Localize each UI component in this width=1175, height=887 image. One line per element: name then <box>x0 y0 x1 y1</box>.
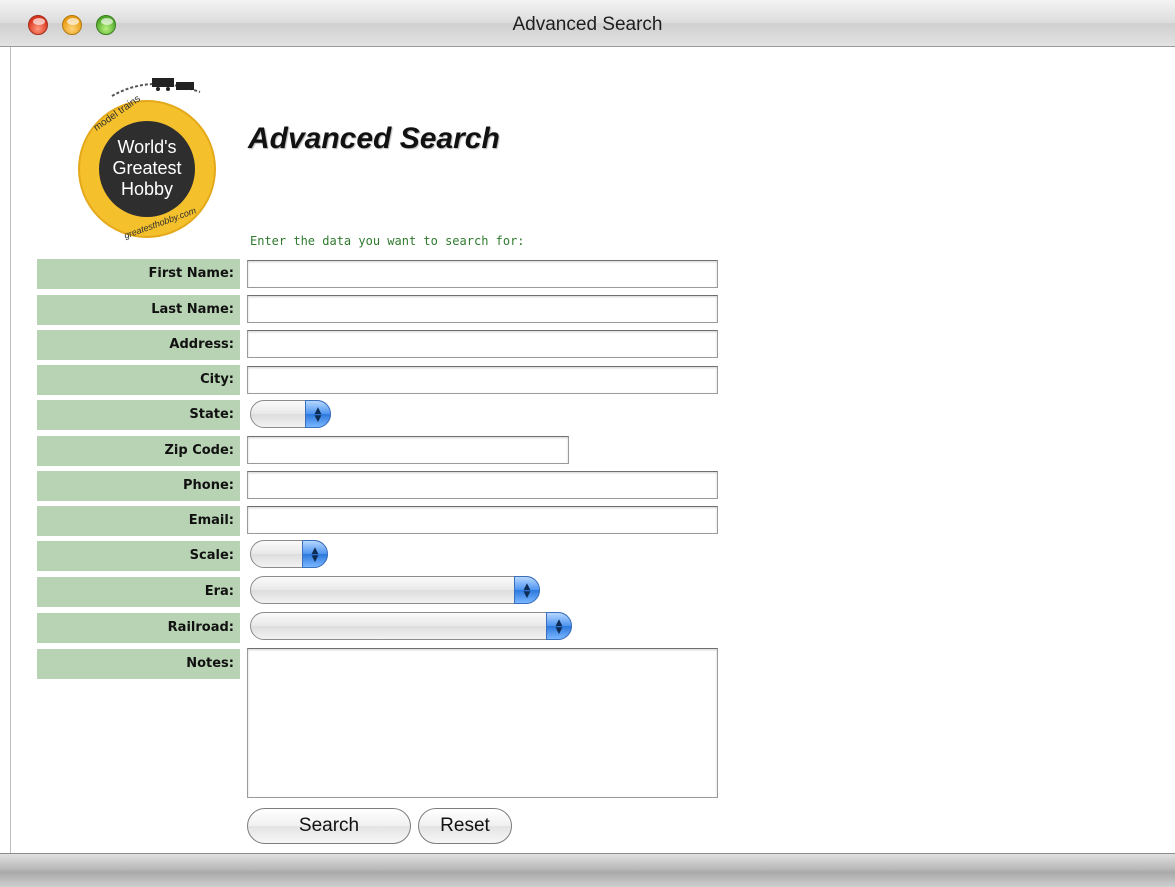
address-field[interactable] <box>247 330 718 358</box>
phone-field[interactable] <box>247 471 718 499</box>
scale-select[interactable]: ▲ ▼ <box>250 540 328 568</box>
logo-center: World's Greatest Hobby <box>99 121 195 217</box>
phone-label: Phone: <box>37 471 240 501</box>
first-name-field[interactable] <box>247 260 718 288</box>
city-field[interactable] <box>247 366 718 394</box>
window-bottom-bar <box>0 853 1175 887</box>
train-icon <box>111 78 201 97</box>
railroad-select[interactable]: ▲ ▼ <box>250 612 572 640</box>
zip-code-field[interactable] <box>247 436 569 464</box>
logo-line-2: Greatest <box>112 158 182 178</box>
scale-label: Scale: <box>37 541 240 571</box>
first-name-label: First Name: <box>37 259 240 289</box>
era-select[interactable]: ▲ ▼ <box>250 576 540 604</box>
state-label: State: <box>37 400 240 430</box>
last-name-label: Last Name: <box>37 295 240 325</box>
logo-center-text: World's Greatest Hobby <box>99 137 195 200</box>
window-title: Advanced Search <box>512 14 663 35</box>
search-button[interactable]: Search <box>247 808 411 844</box>
notes-textarea[interactable] <box>247 648 718 798</box>
zip-code-label: Zip Code: <box>37 436 240 466</box>
city-label: City: <box>37 365 240 395</box>
email-field[interactable] <box>247 506 718 534</box>
worlds-greatest-hobby-logo: model trains World's Greatest Hobby grea… <box>78 93 216 241</box>
last-name-field[interactable] <box>247 295 718 323</box>
logo-line-1: World's <box>117 137 177 157</box>
email-label: Email: <box>37 506 240 536</box>
railroad-label: Railroad: <box>37 613 240 643</box>
notes-label: Notes: <box>37 649 240 679</box>
window-titlebar[interactable]: Advanced Search <box>0 0 1175 47</box>
search-instruction: Enter the data you want to search for: <box>250 234 525 248</box>
era-label: Era: <box>37 577 240 607</box>
page-title: Advanced Search <box>248 122 500 155</box>
logo-line-3: Hobby <box>120 179 174 199</box>
address-label: Address: <box>37 330 240 360</box>
state-select[interactable]: ▲ ▼ <box>250 400 331 428</box>
reset-button[interactable]: Reset <box>418 808 512 844</box>
